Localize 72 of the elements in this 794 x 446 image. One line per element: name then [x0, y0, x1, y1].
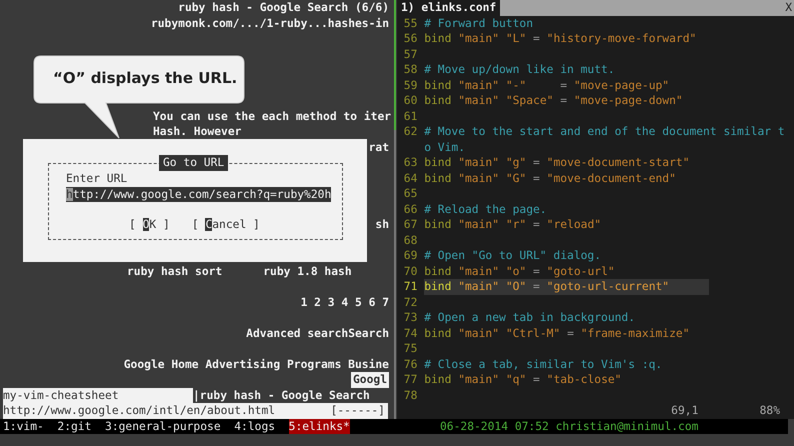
- code-line: bind "main" "Space" = "move-page-down": [424, 93, 683, 108]
- line-number: 71: [402, 279, 418, 294]
- code-line: bind "main" "G" = "move-document-end": [424, 170, 676, 186]
- line-number: 64: [402, 170, 418, 186]
- pagination-links[interactable]: 1 2 3 4 5 6 7: [300, 294, 389, 310]
- text-fragment: rat: [368, 140, 389, 155]
- link[interactable]: ruby 1.8 hash: [263, 264, 352, 279]
- dialog-button[interactable]: [ Cancel ]: [192, 217, 260, 232]
- cursor-position: 69,1: [671, 403, 698, 418]
- browser-tab[interactable]: |ruby hash - Google Search: [193, 388, 370, 403]
- code-line: bind "main" "-" = "move-page-up": [424, 78, 670, 93]
- dialog-title: Go to URL: [159, 155, 228, 170]
- line-number: 67: [402, 217, 418, 232]
- window-tab[interactable]: 4:logs: [234, 418, 276, 434]
- code-line: o Vim.: [424, 140, 465, 155]
- close-button[interactable]: X: [785, 0, 794, 16]
- line-number: 66: [402, 202, 418, 217]
- line-number: 69: [402, 248, 418, 264]
- status-url: http://www.google.com/intl/en/about.html: [3, 403, 276, 418]
- line-number: 55: [402, 16, 418, 31]
- line-number: 77: [402, 372, 418, 388]
- link[interactable]: Advanced searchSearch: [246, 326, 389, 341]
- code-line: bind "main" "L" = "history-move-forward": [424, 31, 696, 46]
- line-number: 70: [402, 264, 418, 279]
- callout-text: “O” displays the URL.: [53, 68, 238, 89]
- url-field[interactable]: http://www.google.com/search?q=ruby%20h: [66, 186, 332, 202]
- window-tab[interactable]: 2:git: [57, 418, 92, 434]
- code-line: # Move up/down like in mutt.: [424, 62, 615, 78]
- line-number: 61: [402, 108, 418, 124]
- field-label: Enter URL: [66, 171, 128, 186]
- line-number: 60: [402, 93, 418, 108]
- code-line: # Close a tab, similar to Vim's :q.: [424, 356, 662, 372]
- browser-tab[interactable]: my-vim-cheatsheet: [3, 388, 193, 403]
- line-number: 59: [402, 78, 418, 93]
- scroll-percent: 88%: [760, 403, 780, 418]
- line-number: 75: [402, 341, 418, 356]
- code-line: bind "main" "r" = "reload": [424, 217, 602, 232]
- line-number: 57: [402, 46, 418, 62]
- line-number: 63: [402, 155, 418, 170]
- line-number: 78: [402, 388, 418, 403]
- line-number: 56: [402, 31, 418, 46]
- window-tab[interactable]: 5:elinks*: [288, 418, 350, 434]
- text-fragment: sh: [375, 217, 389, 232]
- line-number: 72: [402, 294, 418, 310]
- window-tab[interactable]: 1:vim-: [3, 418, 44, 434]
- code-line: bind "main" "q" = "tab-close": [424, 372, 622, 388]
- code-line: bind "main" "o" = "goto-url": [424, 264, 615, 279]
- snippet-text: Hash. However: [153, 124, 242, 140]
- snippet-text: You can use the each method to iter: [153, 108, 392, 124]
- link[interactable]: ruby hash sort: [127, 264, 222, 279]
- code-line: # Forward button: [424, 16, 534, 31]
- code-line: bind "main" "Ctrl-M" = "frame-maximize": [424, 326, 690, 341]
- progress-indicator: [------]: [330, 403, 385, 418]
- link[interactable]: Googl: [350, 372, 389, 388]
- line-number: 76: [402, 356, 418, 372]
- link[interactable]: rubymonk.com/.../1-ruby...hashes-in: [150, 16, 389, 31]
- code-line: # Open "Go to URL" dialog.: [424, 248, 602, 264]
- footer-links[interactable]: Google Home Advertising Programs Busine: [124, 356, 389, 372]
- code-line: # Open a new tab in background.: [424, 310, 636, 326]
- line-number: 58: [402, 62, 418, 78]
- dialog-button[interactable]: [ OK ]: [129, 217, 170, 232]
- code-line: # Move to the start and end of the document similar t: [424, 124, 785, 140]
- window-tab[interactable]: 3:general-purpose: [105, 418, 221, 434]
- line-number: 73: [402, 310, 418, 326]
- line-number: 65: [402, 186, 418, 202]
- line-number: 68: [402, 232, 418, 248]
- code-line: bind "main" "g" = "move-document-start": [424, 155, 690, 170]
- date-time-user: 06-28-2014 07:52 christian@minimul.com: [439, 418, 698, 434]
- code-line: # Reload the page.: [424, 202, 547, 217]
- line-number: 74: [402, 326, 418, 341]
- page-title: ruby hash - Google Search (6/6): [178, 0, 389, 16]
- line-number: 62: [402, 124, 418, 140]
